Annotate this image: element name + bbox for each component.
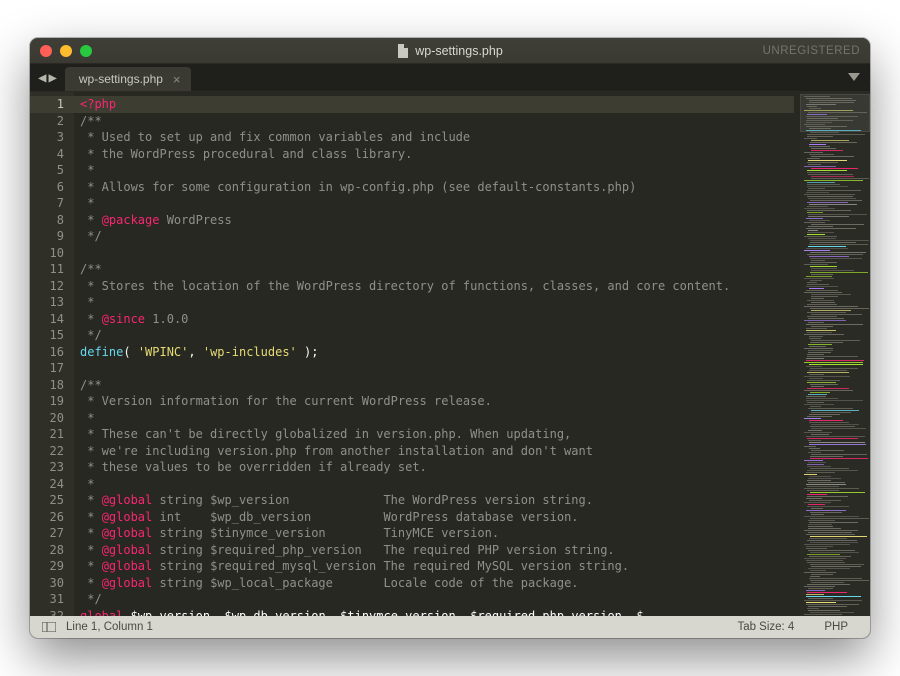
nav-forward-button[interactable]: ▶ — [48, 70, 56, 86]
zoom-window-button[interactable] — [80, 45, 92, 57]
license-status: UNREGISTERED — [763, 45, 860, 57]
tab-size-selector[interactable]: Tab Size: 4 — [727, 621, 804, 633]
tab-wp-settings[interactable]: wp-settings.php × — [65, 67, 191, 91]
minimap[interactable] — [800, 92, 870, 616]
panel-switch-icon[interactable] — [42, 622, 56, 632]
window-controls — [40, 45, 92, 57]
status-bar: Line 1, Column 1 Tab Size: 4 PHP — [30, 616, 870, 638]
editor-window: wp-settings.php UNREGISTERED ◀ ▶ wp-sett… — [30, 38, 870, 638]
nav-back-button[interactable]: ◀ — [38, 70, 46, 86]
editor-area: 1234567891011121314151617181920212223242… — [30, 92, 870, 616]
window-title-text: wp-settings.php — [415, 44, 503, 58]
line-number-gutter[interactable]: 1234567891011121314151617181920212223242… — [30, 92, 74, 616]
syntax-selector[interactable]: PHP — [814, 621, 858, 633]
code-editor[interactable]: <?php/** * Used to set up and fix common… — [74, 92, 800, 616]
cursor-position[interactable]: Line 1, Column 1 — [66, 621, 153, 633]
titlebar: wp-settings.php UNREGISTERED — [30, 38, 870, 64]
close-window-button[interactable] — [40, 45, 52, 57]
window-title: wp-settings.php — [30, 44, 870, 58]
file-icon — [397, 44, 409, 58]
tab-bar: ◀ ▶ wp-settings.php × — [30, 64, 870, 92]
tab-overflow-button[interactable] — [838, 64, 870, 91]
close-tab-button[interactable]: × — [173, 72, 181, 87]
tab-label: wp-settings.php — [79, 72, 163, 86]
minimize-window-button[interactable] — [60, 45, 72, 57]
history-nav: ◀ ▶ — [30, 64, 65, 91]
